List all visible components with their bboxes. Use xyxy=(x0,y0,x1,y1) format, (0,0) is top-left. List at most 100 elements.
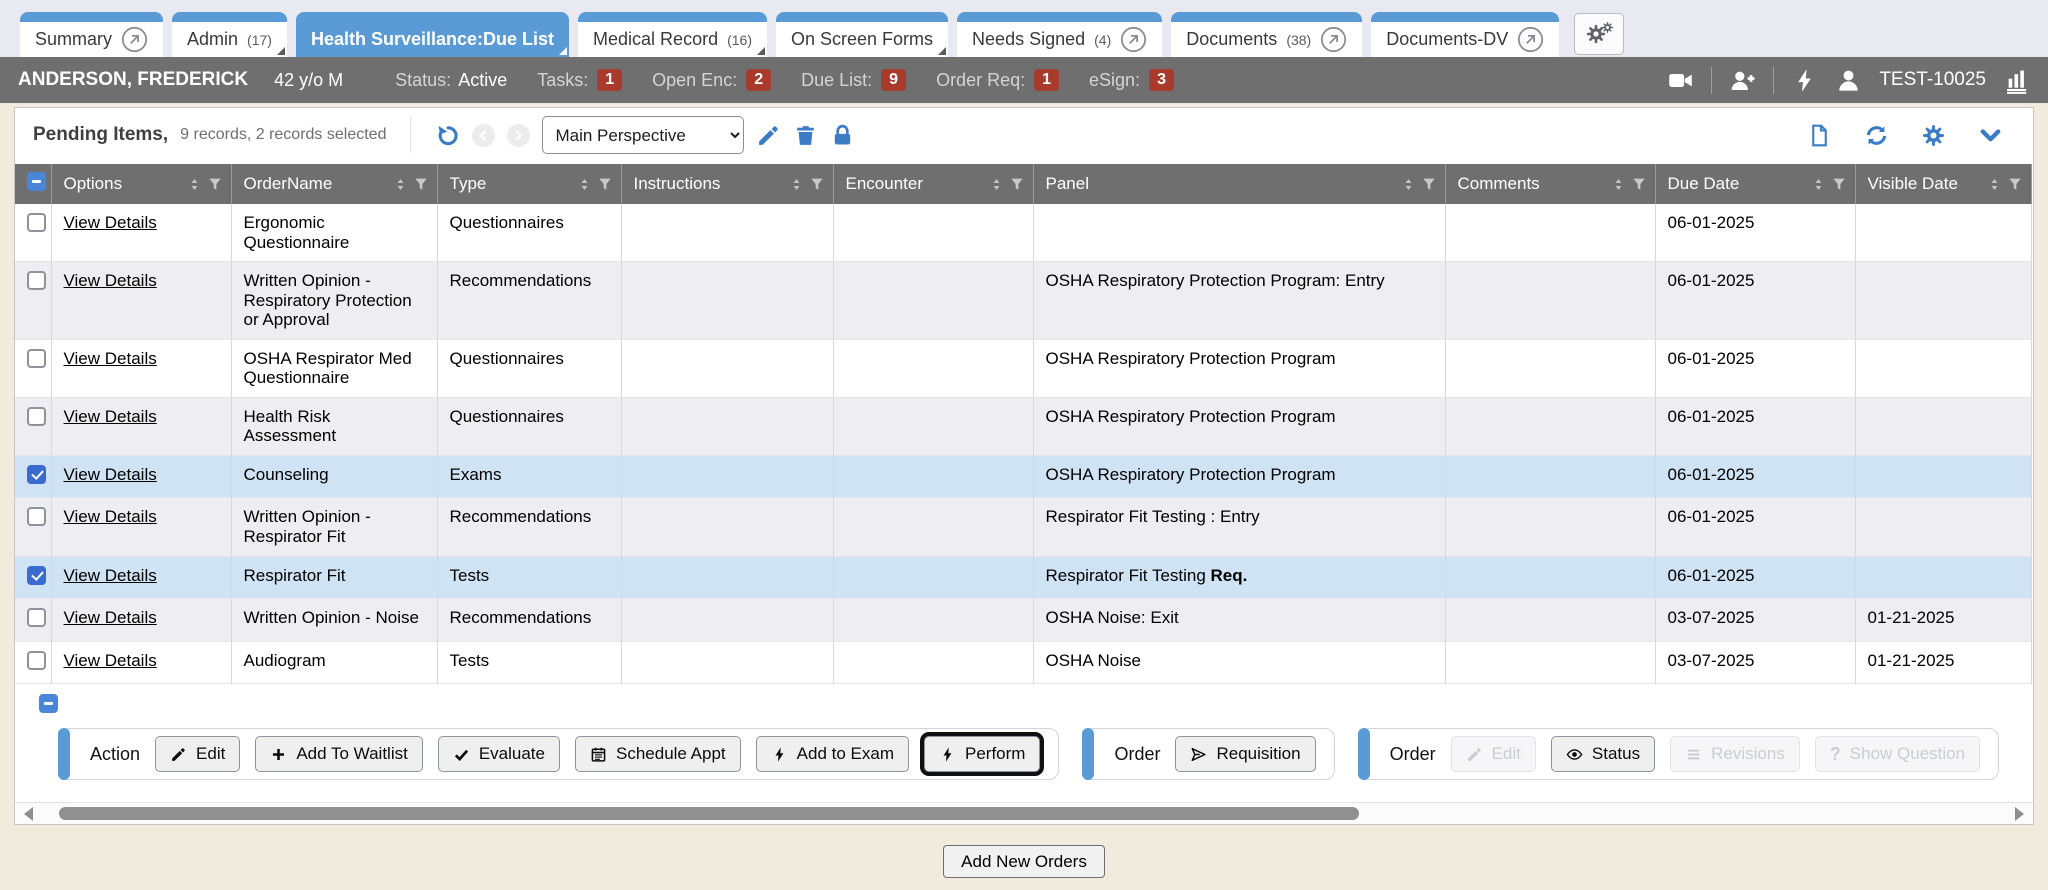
stat-badge[interactable]: 1 xyxy=(597,69,622,91)
order-name-cell: Audiogram xyxy=(231,641,437,684)
settings-gear-icon[interactable] xyxy=(1921,123,1946,148)
column-header-ordername[interactable]: OrderName xyxy=(231,164,437,204)
open-new-window-icon[interactable] xyxy=(1120,26,1147,53)
order-name-cell: Counseling xyxy=(231,455,437,498)
view-details-link[interactable]: View Details xyxy=(64,407,157,426)
filter-icon[interactable] xyxy=(207,176,223,192)
add-new-orders-button[interactable]: Add New Orders xyxy=(943,845,1105,878)
row-checkbox[interactable] xyxy=(27,349,46,368)
scrollbar-thumb[interactable] xyxy=(59,807,1359,820)
sort-icon[interactable] xyxy=(393,177,408,192)
sort-icon[interactable] xyxy=(989,177,1004,192)
view-details-link[interactable]: View Details xyxy=(64,566,157,585)
open-new-window-icon[interactable] xyxy=(1320,26,1347,53)
view-details-link[interactable]: View Details xyxy=(64,608,157,627)
row-checkbox[interactable] xyxy=(27,507,46,526)
sort-icon[interactable] xyxy=(789,177,804,192)
bolt-icon[interactable] xyxy=(1791,67,1818,94)
filter-icon[interactable] xyxy=(1009,176,1025,192)
collapse-chevron-icon[interactable] xyxy=(1978,123,2003,148)
tab-on-screen-forms[interactable]: On Screen Forms xyxy=(776,12,948,57)
view-details-link[interactable]: View Details xyxy=(64,271,157,290)
stat-badge[interactable]: 1 xyxy=(1034,69,1059,91)
action-button-schedule-appt[interactable]: Schedule Appt xyxy=(575,736,741,772)
type-cell: Questionnaires xyxy=(437,339,621,397)
view-details-link[interactable]: View Details xyxy=(64,507,157,526)
column-header-panel[interactable]: Panel xyxy=(1033,164,1445,204)
select-all-checkbox[interactable] xyxy=(27,172,46,191)
next-page-icon[interactable] xyxy=(507,124,530,147)
row-checkbox[interactable] xyxy=(27,271,46,290)
bar-chart-icon[interactable] xyxy=(2003,67,2030,94)
sort-icon[interactable] xyxy=(1401,177,1416,192)
filter-icon[interactable] xyxy=(2007,176,2023,192)
action-button-evaluate[interactable]: Evaluate xyxy=(438,736,560,772)
stat-badge[interactable]: 9 xyxy=(881,69,906,91)
instructions-cell xyxy=(621,397,833,455)
person-icon[interactable] xyxy=(1835,67,1862,94)
open-new-window-icon[interactable] xyxy=(1517,26,1544,53)
tab-documents[interactable]: Documents(38) xyxy=(1171,12,1362,57)
row-checkbox[interactable] xyxy=(27,213,46,232)
action-button-perform[interactable]: Perform xyxy=(924,736,1040,772)
row-checkbox[interactable] xyxy=(27,608,46,627)
row-checkbox[interactable] xyxy=(27,465,46,484)
column-header-visible-date[interactable]: Visible Date xyxy=(1855,164,2031,204)
row-checkbox[interactable] xyxy=(27,651,46,670)
open-new-window-icon[interactable] xyxy=(121,26,148,53)
stat-badge[interactable]: 3 xyxy=(1149,69,1174,91)
action-button-status[interactable]: Status xyxy=(1551,736,1655,772)
sort-icon[interactable] xyxy=(1611,177,1626,192)
action-button-add-to-waitlist[interactable]: Add To Waitlist xyxy=(255,736,423,772)
row-checkbox[interactable] xyxy=(27,566,46,585)
tab-documents-dv[interactable]: Documents-DV xyxy=(1371,12,1559,57)
patient-age-sex: 42 y/o M xyxy=(274,70,343,91)
sort-icon[interactable] xyxy=(187,177,202,192)
video-camera-icon[interactable] xyxy=(1667,67,1694,94)
refresh-icon[interactable] xyxy=(1864,123,1889,148)
select-all-checkbox-bottom[interactable] xyxy=(39,694,58,713)
row-checkbox[interactable] xyxy=(27,407,46,426)
column-header-type[interactable]: Type xyxy=(437,164,621,204)
add-person-icon[interactable] xyxy=(1729,67,1756,94)
view-details-link[interactable]: View Details xyxy=(64,651,157,670)
filter-icon[interactable] xyxy=(413,176,429,192)
sort-icon[interactable] xyxy=(1811,177,1826,192)
filter-icon[interactable] xyxy=(1631,176,1647,192)
scroll-right-arrow[interactable] xyxy=(2015,807,2024,821)
edit-perspective-icon[interactable] xyxy=(756,123,781,148)
tab-settings-button[interactable] xyxy=(1574,13,1624,55)
stat-badge[interactable]: 2 xyxy=(746,69,771,91)
panel-cell: OSHA Respiratory Protection Program xyxy=(1033,455,1445,498)
scroll-left-arrow[interactable] xyxy=(24,807,33,821)
column-header-comments[interactable]: Comments xyxy=(1445,164,1655,204)
view-details-link[interactable]: View Details xyxy=(64,213,157,232)
filter-icon[interactable] xyxy=(1421,176,1437,192)
tab-medical-record[interactable]: Medical Record(16) xyxy=(578,12,767,57)
column-header-instructions[interactable]: Instructions xyxy=(621,164,833,204)
tab-summary[interactable]: Summary xyxy=(20,12,163,57)
tab-needs-signed[interactable]: Needs Signed(4) xyxy=(957,12,1162,57)
tab-admin[interactable]: Admin(17) xyxy=(172,12,287,57)
action-button-edit[interactable]: Edit xyxy=(155,736,240,772)
column-header-encounter[interactable]: Encounter xyxy=(833,164,1033,204)
undo-icon[interactable] xyxy=(435,123,460,148)
view-details-link[interactable]: View Details xyxy=(64,349,157,368)
lock-icon[interactable] xyxy=(830,123,855,148)
column-header-due-date[interactable]: Due Date xyxy=(1655,164,1855,204)
sort-icon[interactable] xyxy=(577,177,592,192)
filter-icon[interactable] xyxy=(809,176,825,192)
column-header-options[interactable]: Options xyxy=(51,164,231,204)
tab-health-surveillance-due-list[interactable]: Health Surveillance:Due List xyxy=(296,12,569,57)
filter-icon[interactable] xyxy=(597,176,613,192)
new-document-icon[interactable] xyxy=(1807,123,1832,148)
filter-icon[interactable] xyxy=(1831,176,1847,192)
action-button-requisition[interactable]: Requisition xyxy=(1175,736,1315,772)
perspective-select[interactable]: Main Perspective xyxy=(542,116,744,154)
view-details-link[interactable]: View Details xyxy=(64,465,157,484)
delete-perspective-icon[interactable] xyxy=(793,123,818,148)
action-button-add-to-exam[interactable]: Add to Exam xyxy=(756,736,909,772)
patient-status: Status: Active xyxy=(395,70,507,91)
sort-icon[interactable] xyxy=(1987,177,2002,192)
previous-page-icon[interactable] xyxy=(472,124,495,147)
